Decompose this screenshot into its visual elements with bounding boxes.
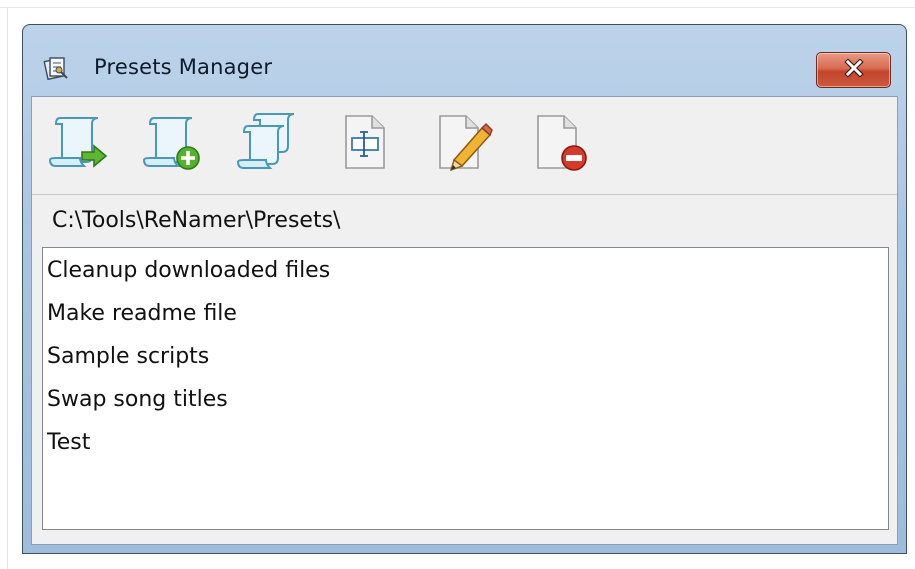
page-border (0, 7, 915, 8)
list-item[interactable]: Cleanup downloaded files (47, 251, 330, 291)
close-icon (843, 58, 865, 81)
presets-icon (43, 55, 69, 81)
presets-manager-window: Presets Manager C:\Tools\ReNamer\Presets… (22, 24, 907, 554)
delete-icon (528, 110, 592, 178)
scrolls-icon (234, 110, 298, 178)
presets-path: C:\Tools\ReNamer\Presets\ (52, 208, 341, 233)
presets-list[interactable]: Cleanup downloaded files Make readme fil… (42, 247, 889, 530)
pencil-icon (430, 110, 494, 178)
create-preset-button[interactable] (140, 107, 204, 181)
rename-icon (332, 110, 396, 178)
list-item[interactable]: Make readme file (47, 294, 237, 334)
list-item[interactable]: Swap song titles (47, 380, 228, 420)
close-button[interactable] (816, 52, 891, 88)
path-bar: C:\Tools\ReNamer\Presets\ (32, 196, 897, 246)
list-item[interactable]: Test (47, 423, 90, 463)
toolbar (32, 97, 897, 195)
scroll-plus-icon (140, 110, 204, 178)
list-item[interactable]: Sample scripts (47, 337, 209, 377)
window-title: Presets Manager (94, 55, 273, 79)
delete-preset-button[interactable] (528, 107, 592, 181)
page-border (7, 7, 8, 569)
edit-preset-button[interactable] (430, 107, 494, 181)
rename-preset-button[interactable] (332, 107, 396, 181)
import-preset-button[interactable] (234, 107, 298, 181)
client-area: C:\Tools\ReNamer\Presets\ Cleanup downlo… (31, 96, 898, 545)
title-bar[interactable]: Presets Manager (23, 25, 906, 97)
load-preset-button[interactable] (46, 107, 110, 181)
scroll-arrow-icon (46, 110, 110, 178)
